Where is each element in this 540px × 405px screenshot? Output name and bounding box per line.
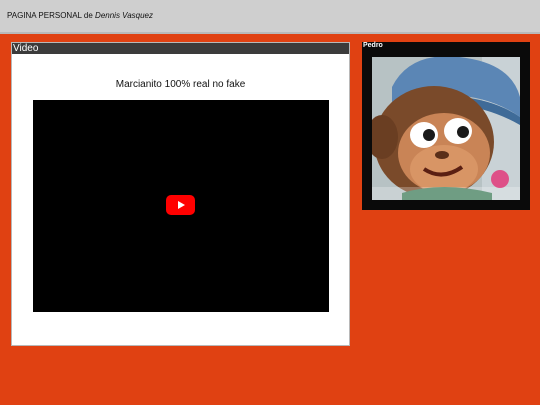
video-player[interactable]	[33, 100, 329, 312]
pedro-panel-title: Pedro	[363, 42, 383, 49]
page-title: PAGINA PERSONAL de Dennis Vasquez	[7, 11, 153, 20]
youtube-play-icon[interactable]	[166, 195, 195, 215]
video-panel-title: Video	[13, 43, 39, 54]
video-caption: Marcianito 100% real no fake	[115, 79, 246, 90]
play-triangle-icon	[178, 201, 185, 209]
monkey-puppet-illustration	[372, 57, 520, 200]
video-panel: Video Marcianito 100% real no fake	[11, 42, 350, 346]
page-title-name: Dennis Vasquez	[95, 11, 154, 20]
page-header: PAGINA PERSONAL de Dennis Vasquez	[0, 0, 540, 34]
video-panel-header: Video	[12, 43, 349, 54]
pedro-image	[372, 57, 520, 200]
page-title-prefix: PAGINA PERSONAL de	[7, 11, 96, 20]
pedro-panel: Pedro	[362, 42, 530, 210]
